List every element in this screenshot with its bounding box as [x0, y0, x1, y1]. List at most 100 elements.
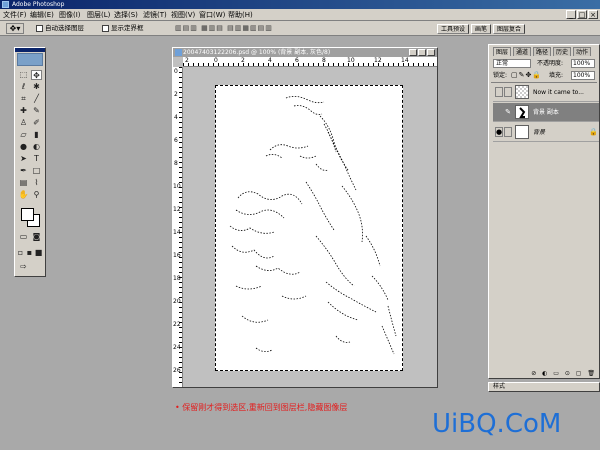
- link-toggle[interactable]: [504, 87, 512, 97]
- notes-tool-icon[interactable]: ▤: [18, 178, 29, 188]
- lasso-tool-icon[interactable]: ℓ: [18, 82, 29, 92]
- gradient-tool-icon[interactable]: ▮: [31, 130, 42, 140]
- magic-wand-tool-icon[interactable]: ✱: [31, 82, 42, 92]
- healing-brush-tool-icon[interactable]: ✚: [18, 106, 29, 116]
- ruler-left-label: 0: [174, 68, 178, 75]
- menu-edit[interactable]: 编辑(E): [30, 9, 54, 21]
- doc-close-button[interactable]: [427, 49, 435, 56]
- app-title-bar: Adobe Photoshop: [0, 0, 600, 9]
- fill-field[interactable]: 100%: [571, 71, 595, 80]
- eyedropper-tool-icon[interactable]: ⌇: [31, 178, 42, 188]
- shape-tool-icon[interactable]: □: [31, 166, 42, 176]
- tab-history[interactable]: 历史: [553, 47, 572, 56]
- menu-window[interactable]: 窗口(W): [199, 9, 225, 21]
- eye-icon[interactable]: ●: [495, 127, 503, 137]
- auto-select-layer-checkbox[interactable]: [36, 25, 43, 32]
- layer-row[interactable]: ✎ 背景 副本: [493, 103, 599, 122]
- layer-actions-row[interactable]: ⊘ ◐ ▭ ⊙ ▢ 🗑: [491, 370, 597, 378]
- auto-select-layer-label: 自动选择图层: [45, 24, 84, 32]
- layer-row[interactable]: ● 背景 🔒: [493, 123, 599, 142]
- adobe-logo-icon[interactable]: [17, 53, 43, 66]
- ruler-top-label: 0: [214, 57, 218, 64]
- menu-help[interactable]: 帮助(H): [228, 9, 253, 21]
- ruler-left-label: 24: [173, 344, 181, 351]
- jump-to-imageready-icon[interactable]: ⇨: [18, 262, 29, 272]
- layer-thumbnail: [515, 125, 529, 139]
- slice-tool-icon[interactable]: ╱: [31, 94, 42, 104]
- canvas-area[interactable]: [183, 67, 437, 387]
- hand-tool-icon[interactable]: ✋: [18, 190, 29, 200]
- link-toggle[interactable]: [504, 127, 512, 137]
- thumbnail-art: [519, 107, 526, 118]
- eraser-tool-icon[interactable]: ▱: [18, 130, 29, 140]
- layer-name: 背景: [533, 129, 546, 136]
- ruler-top-label: 2: [241, 57, 245, 64]
- opacity-field[interactable]: 100%: [571, 59, 595, 68]
- move-tool-preset-icon[interactable]: ✥▾: [6, 23, 24, 34]
- type-tool-icon[interactable]: T: [31, 154, 42, 164]
- close-button[interactable]: ×: [588, 10, 598, 19]
- crop-tool-icon[interactable]: ⌗: [18, 94, 29, 104]
- doc-minimize-button[interactable]: [409, 49, 417, 56]
- brush-icon[interactable]: ✎: [504, 107, 512, 117]
- layer-thumbnail: [515, 85, 529, 99]
- foreground-color-swatch[interactable]: [21, 208, 34, 221]
- blend-mode-select[interactable]: 正常: [493, 59, 531, 68]
- path-selection-tool-icon[interactable]: ➤: [18, 154, 29, 164]
- document-canvas[interactable]: [215, 85, 403, 371]
- ruler-left-label: 14: [173, 229, 181, 236]
- history-brush-tool-icon[interactable]: ✐: [31, 118, 42, 128]
- standard-mode-icon[interactable]: ▭: [18, 232, 29, 242]
- move-tool-icon[interactable]: ✥: [31, 70, 42, 80]
- blur-tool-icon[interactable]: ●: [18, 142, 29, 152]
- clone-stamp-tool-icon[interactable]: ♙: [18, 118, 29, 128]
- tab-actions[interactable]: 动作: [573, 47, 592, 56]
- visibility-toggle[interactable]: [495, 107, 503, 117]
- lock-icons[interactable]: ▢✎✥🔒: [511, 71, 542, 80]
- menu-view[interactable]: 视图(V): [171, 9, 195, 21]
- app-title: Adobe Photoshop: [12, 1, 65, 8]
- align-buttons-group[interactable]: ▥▤▥ ▦▥▤ ▤▥▦▥▤▥: [175, 24, 273, 32]
- layer-name: 背景 副本: [533, 109, 559, 116]
- menu-file[interactable]: 文件(F): [3, 9, 27, 21]
- menu-filter[interactable]: 滤镜(T): [143, 9, 167, 21]
- screen-mode-full-icon[interactable]: ■: [34, 248, 43, 258]
- vertical-ruler[interactable]: 0 2 4 6 8 10 12 14 16 18 20 22 24 26: [173, 67, 183, 387]
- toolbox-header: [15, 48, 45, 52]
- tab-paths[interactable]: 路径: [533, 47, 552, 56]
- maximize-button[interactable]: □: [577, 10, 587, 19]
- minimize-button[interactable]: _: [566, 10, 576, 19]
- menu-select[interactable]: 选择(S): [114, 9, 138, 21]
- screen-mode-standard-icon[interactable]: ▫: [16, 248, 25, 258]
- marquee-tool-icon[interactable]: ⬚: [18, 70, 29, 80]
- ruler-left-label: 22: [173, 321, 181, 328]
- menu-image[interactable]: 图像(I): [59, 9, 81, 21]
- well-layer-comps-tab[interactable]: 图层复合: [493, 24, 526, 34]
- ruler-left-label: 6: [174, 137, 178, 144]
- dodge-tool-icon[interactable]: ◐: [31, 142, 42, 152]
- well-tool-presets-tab[interactable]: 工具预设: [437, 24, 470, 34]
- show-bounding-box-checkbox[interactable]: [102, 25, 109, 32]
- well-brushes-tab[interactable]: 画笔: [471, 24, 492, 34]
- site-watermark: UiBQ.CoM: [432, 409, 562, 439]
- tab-layers[interactable]: 图层: [493, 47, 512, 56]
- doc-maximize-button[interactable]: [418, 49, 426, 56]
- ruler-left-label: 26: [173, 367, 181, 374]
- pen-tool-icon[interactable]: ✒: [18, 166, 29, 176]
- visibility-toggle[interactable]: [495, 87, 503, 97]
- lock-label: 锁定:: [493, 72, 508, 79]
- brush-tool-icon[interactable]: ✎: [31, 106, 42, 116]
- toolbox: ⬚ ✥ ℓ ✱ ⌗ ╱ ✚ ✎ ♙ ✐ ▱ ▮ ● ◐ ➤ T ✒ □ ▤ ⌇ …: [14, 47, 46, 277]
- document-title: 20047403122206.psd @ 100% (背景 副本, 灰色/8): [183, 49, 331, 56]
- ruler-top-label: 2: [185, 57, 189, 64]
- zoom-tool-icon[interactable]: ⚲: [31, 190, 42, 200]
- document-icon: [175, 49, 182, 56]
- document-title-bar[interactable]: 20047403122206.psd @ 100% (背景 副本, 灰色/8): [173, 48, 437, 57]
- screen-mode-full-menu-icon[interactable]: ▪: [25, 248, 34, 258]
- menu-layer[interactable]: 图层(L): [87, 9, 110, 21]
- horizontal-ruler[interactable]: 2 0 2 4 6 8 10 12 14: [183, 57, 437, 67]
- tab-channels[interactable]: 通道: [513, 47, 532, 56]
- layer-row[interactable]: Now it came to...: [493, 83, 599, 102]
- quick-mask-mode-icon[interactable]: ◙: [31, 232, 42, 242]
- styles-panel-tab[interactable]: 样式: [488, 382, 600, 392]
